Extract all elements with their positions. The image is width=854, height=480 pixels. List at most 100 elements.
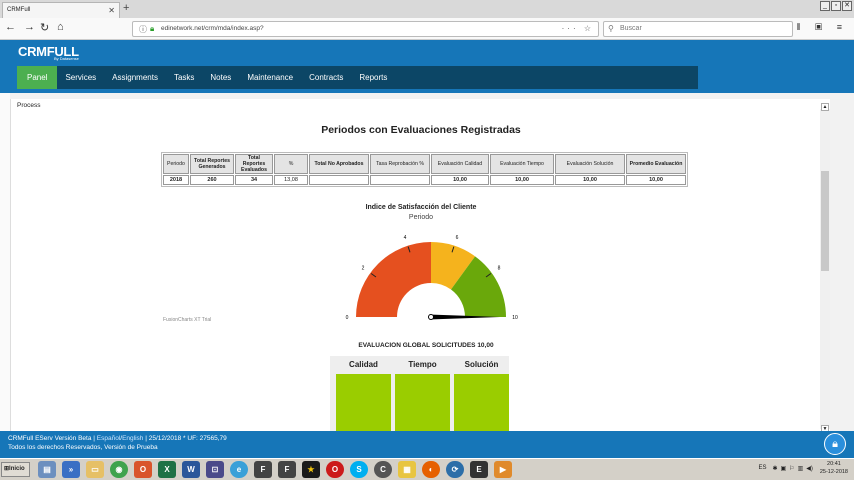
gauge-tick-label: 6	[456, 235, 459, 241]
section-label: Process	[17, 102, 41, 109]
date-info: | 25/12/2018 * UF: 27565,79	[145, 435, 227, 442]
table-cell: 2018	[163, 175, 189, 185]
gauge-title: Indice de Satisfacción del Cliente	[365, 204, 477, 211]
menu-item-contracts[interactable]: Contracts	[301, 66, 351, 89]
gauge-subtitle: Periodo	[408, 214, 434, 221]
menu-item-tasks[interactable]: Tasks	[166, 66, 202, 89]
star-app-icon[interactable]: ★	[302, 461, 320, 478]
url-bar[interactable]: ⓘ 🔒︎ edinetwork.net/crm/mda/index.asp? ·…	[132, 21, 599, 37]
start-button[interactable]: ⊞Inicio	[1, 462, 30, 477]
start-label: Inicio	[9, 466, 25, 472]
browser-titlebar: CRMFull ✕ + _ ▫ ✕	[0, 0, 854, 18]
table-header: Tasa Reprobación %	[370, 154, 430, 174]
table-cell: 10,00	[490, 175, 554, 185]
lang-en-link[interactable]: English	[122, 435, 143, 442]
table-header: Promedio Evaluación	[626, 154, 686, 174]
search-bar[interactable]: ⚲ Buscar	[603, 21, 793, 37]
menu-item-reports[interactable]: Reports	[351, 66, 395, 89]
satisfaction-gauge: 0 2 4 6 8 10	[346, 235, 518, 321]
left-strip	[0, 93, 10, 431]
tray-app-icon[interactable]: ▣	[781, 465, 787, 472]
chrome-icon[interactable]: ◉	[110, 461, 128, 478]
gauge-tick-label: 0	[346, 315, 349, 321]
menu-item-services[interactable]: Services	[57, 66, 104, 89]
table-cell: 10,00	[431, 175, 489, 185]
evaluation-column-label: Tiempo	[408, 360, 437, 369]
page-actions-icon[interactable]: ··· ☆	[562, 24, 594, 33]
menu-item-notes[interactable]: Notes	[202, 66, 239, 89]
ccleaner-icon[interactable]: C	[374, 461, 392, 478]
table-row: 2018 260 34 13,08 10,00 10,00 10,00 10,00	[163, 175, 686, 185]
evaluation-bar	[336, 374, 391, 432]
menu-item-panel[interactable]: Panel	[17, 66, 58, 89]
gauge-band	[356, 242, 431, 317]
forward-icon[interactable]: →	[24, 21, 35, 33]
evaluation-bar	[454, 374, 509, 432]
media-app-icon[interactable]: ▶	[494, 461, 512, 478]
flag-icon[interactable]: ⚐	[789, 465, 794, 472]
skype-icon[interactable]: S	[350, 461, 368, 478]
evaluation-column-label: Solución	[464, 360, 499, 369]
ie-icon[interactable]: e	[230, 461, 248, 478]
vertical-scrollbar[interactable]: ▲ ▼	[820, 103, 830, 433]
browser-tab[interactable]: CRMFull ✕	[2, 2, 120, 18]
close-window-icon[interactable]: ✕	[842, 1, 852, 11]
table-header: Evaluación Solución	[555, 154, 625, 174]
new-tab-icon[interactable]: +	[123, 2, 129, 14]
excel-icon[interactable]: X	[158, 461, 176, 478]
table-header: Total No Aprobados	[309, 154, 369, 174]
maximize-icon[interactable]: ▫	[831, 1, 841, 11]
menu-item-maintenance[interactable]: Maintenance	[239, 66, 301, 89]
lock-icon[interactable]: 🔒︎	[824, 433, 846, 455]
table-cell	[309, 175, 369, 185]
language-indicator[interactable]: ES	[755, 465, 769, 471]
menu-item-assignments[interactable]: Assignments	[104, 66, 166, 89]
outlook-icon[interactable]: O	[134, 461, 152, 478]
evaluation-column-label: Calidad	[349, 360, 378, 369]
minimize-icon[interactable]: _	[820, 1, 830, 11]
app-f-icon[interactable]: F	[254, 461, 272, 478]
folder-icon[interactable]: ▭	[86, 461, 104, 478]
scroll-thumb[interactable]	[821, 171, 829, 271]
firefox-icon[interactable]: ◐	[422, 461, 440, 478]
table-header: Total Reportes Generados	[190, 154, 234, 174]
clock[interactable]: 20:41 25-12-2018	[816, 460, 852, 476]
app-arrow-icon[interactable]: »	[62, 461, 80, 478]
word-icon[interactable]: W	[182, 461, 200, 478]
evaluation-column: Calidad	[336, 358, 391, 432]
search-input[interactable]: Buscar	[620, 25, 642, 32]
table-header-row: Periodo Total Reportes Generados Total Rep…	[163, 154, 686, 174]
explorer-icon[interactable]: ▤	[38, 461, 56, 478]
sync-icon[interactable]: ⟳	[446, 461, 464, 478]
reload-icon[interactable]: ↻	[40, 21, 49, 34]
close-tab-icon[interactable]: ✕	[108, 6, 115, 15]
table-cell: 34	[235, 175, 273, 185]
gauge-tick-label: 2	[362, 266, 365, 272]
table-header: %	[274, 154, 308, 174]
app-f2-icon[interactable]: F	[278, 461, 296, 478]
app-e-icon[interactable]: E	[470, 461, 488, 478]
evaluation-column: Solución	[454, 358, 509, 432]
network-app-icon[interactable]: ⊡	[206, 461, 224, 478]
bluetooth-icon[interactable]: ✱	[772, 465, 777, 472]
info-icon[interactable]: ⓘ	[139, 24, 147, 35]
lang-es-link[interactable]: Español	[97, 435, 121, 442]
home-icon[interactable]: ⌂	[57, 21, 64, 33]
volume-icon[interactable]: ◀)	[806, 465, 813, 472]
network-icon[interactable]: ▥	[798, 465, 804, 472]
library-icon[interactable]: ⫴ ▣ ≡	[797, 22, 848, 33]
tab-title: CRMFull	[7, 7, 31, 13]
system-tray: ES ✱ ▣ ⚐ ▥ ◀) 20:41 25-12-2018	[755, 460, 852, 476]
table-header: Periodo	[163, 154, 189, 174]
scroll-up-icon[interactable]: ▲	[821, 103, 829, 111]
evaluation-bar	[395, 374, 450, 432]
rights-text: Todos los derechos Reservados, Versión d…	[8, 444, 158, 451]
back-icon[interactable]: ←	[5, 21, 16, 33]
clock-date: 25-12-2018	[819, 469, 848, 475]
gauge-tick-label: 10	[512, 315, 518, 321]
table-header: Evaluación Calidad	[431, 154, 489, 174]
notes-app-icon[interactable]: ▦	[398, 461, 416, 478]
opera-icon[interactable]: O	[326, 461, 344, 478]
evaluations-table: Periodo Total Reportes Generados Total Rep…	[161, 152, 688, 187]
table-cell	[370, 175, 430, 185]
